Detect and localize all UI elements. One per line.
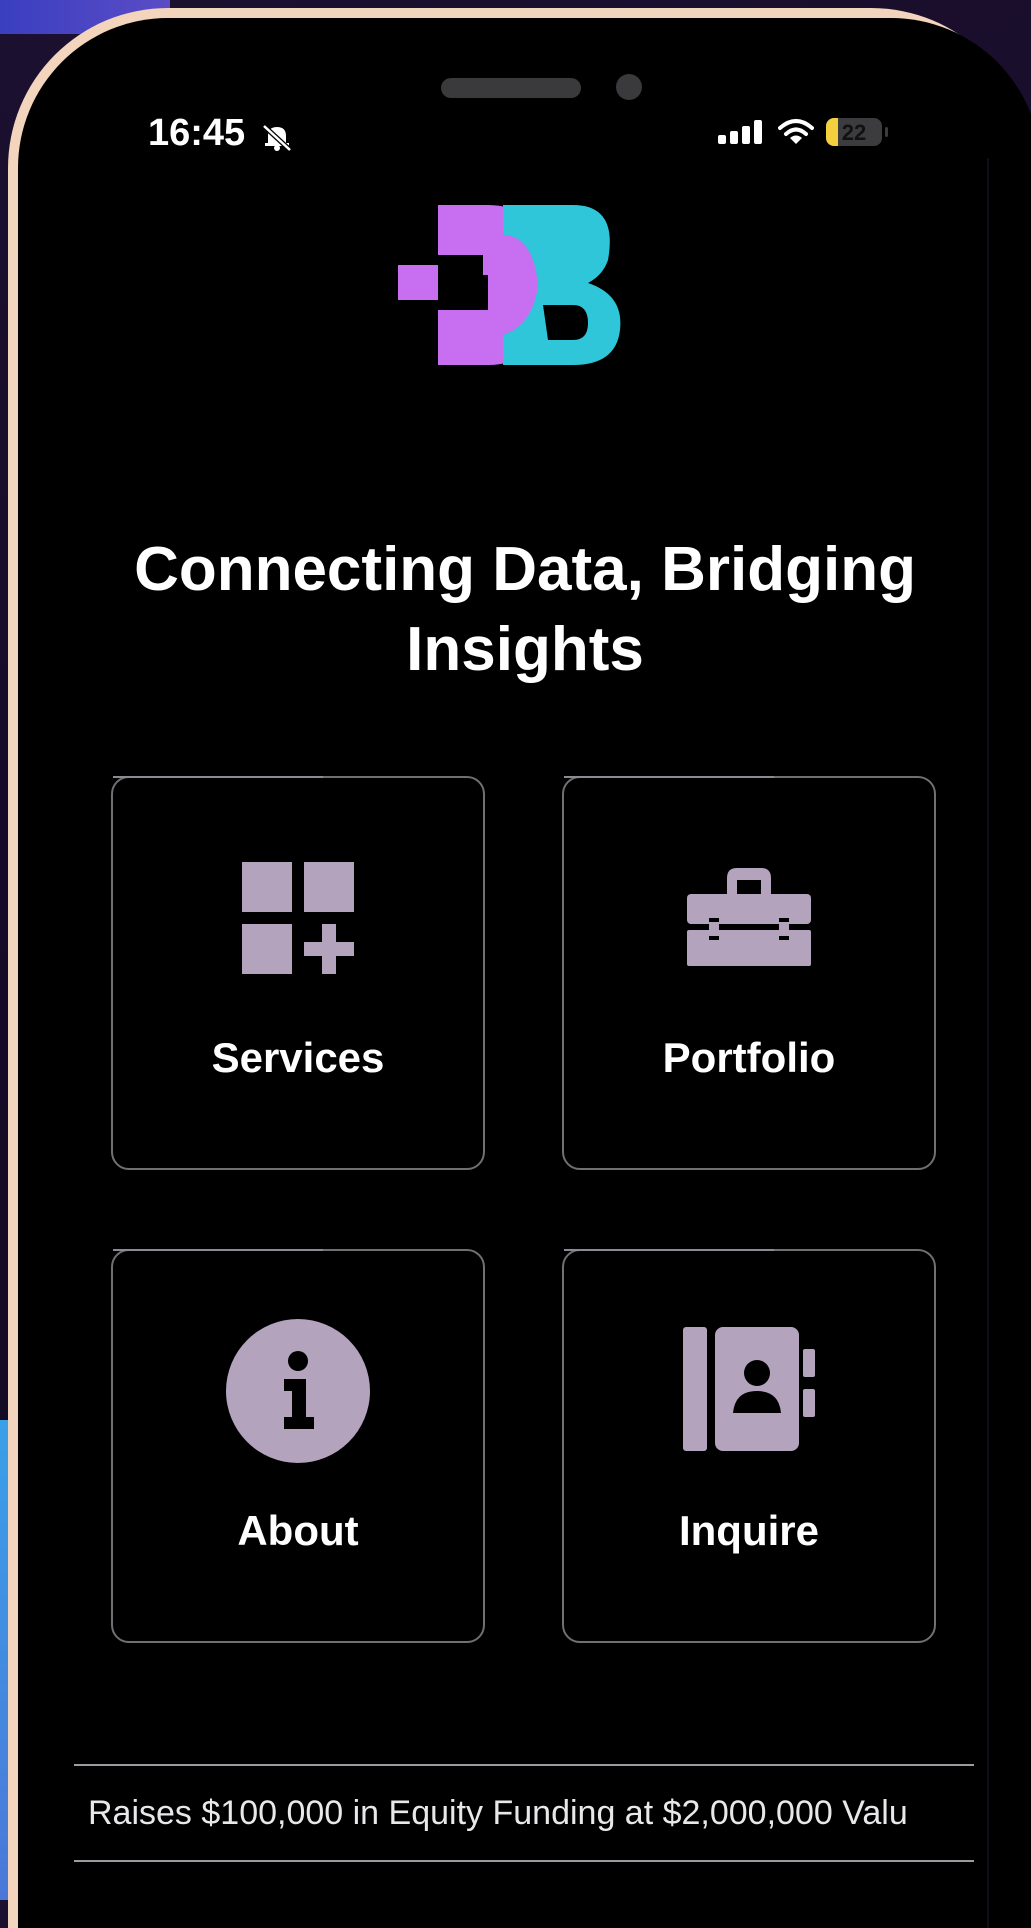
headline: Connecting Data, Bridging Insights [60,530,990,690]
contact-book-icon [564,1327,934,1451]
about-card[interactable]: About [111,1249,485,1643]
inquire-card[interactable]: Inquire [562,1249,936,1643]
db-logo [398,205,621,365]
news-ticker[interactable]: Raises $100,000 in Equity Funding at $2,… [74,1764,974,1862]
ticker-text: Raises $100,000 in Equity Funding at $2,… [88,1794,908,1832]
grid-plus-icon [113,862,483,974]
battery-level: 22 [841,120,867,145]
inquire-label: Inquire [678,1507,819,1554]
portfolio-card[interactable]: Portfolio [562,776,936,1170]
dynamic-island-pill [441,78,581,98]
headline-line-2: Insights [406,615,644,684]
portfolio-label: Portfolio [662,1034,836,1081]
services-label: Services [211,1034,385,1081]
info-circle-icon [113,1319,483,1463]
wifi-icon [778,119,814,144]
screen-edge [987,158,989,1928]
headline-line-1: Connecting Data, Bridging [134,535,916,604]
services-card[interactable]: Services [111,776,485,1170]
toolbox-icon [564,866,934,966]
cellular-signal-icon [718,120,762,144]
dynamic-island-camera [616,74,642,100]
battery-terminal [885,127,888,137]
status-time: 16:45 [148,112,246,154]
status-icons: 22 [718,118,888,146]
bell-slash-icon [262,124,292,152]
battery-icon: 22 [826,118,888,146]
about-label: About [237,1507,359,1554]
